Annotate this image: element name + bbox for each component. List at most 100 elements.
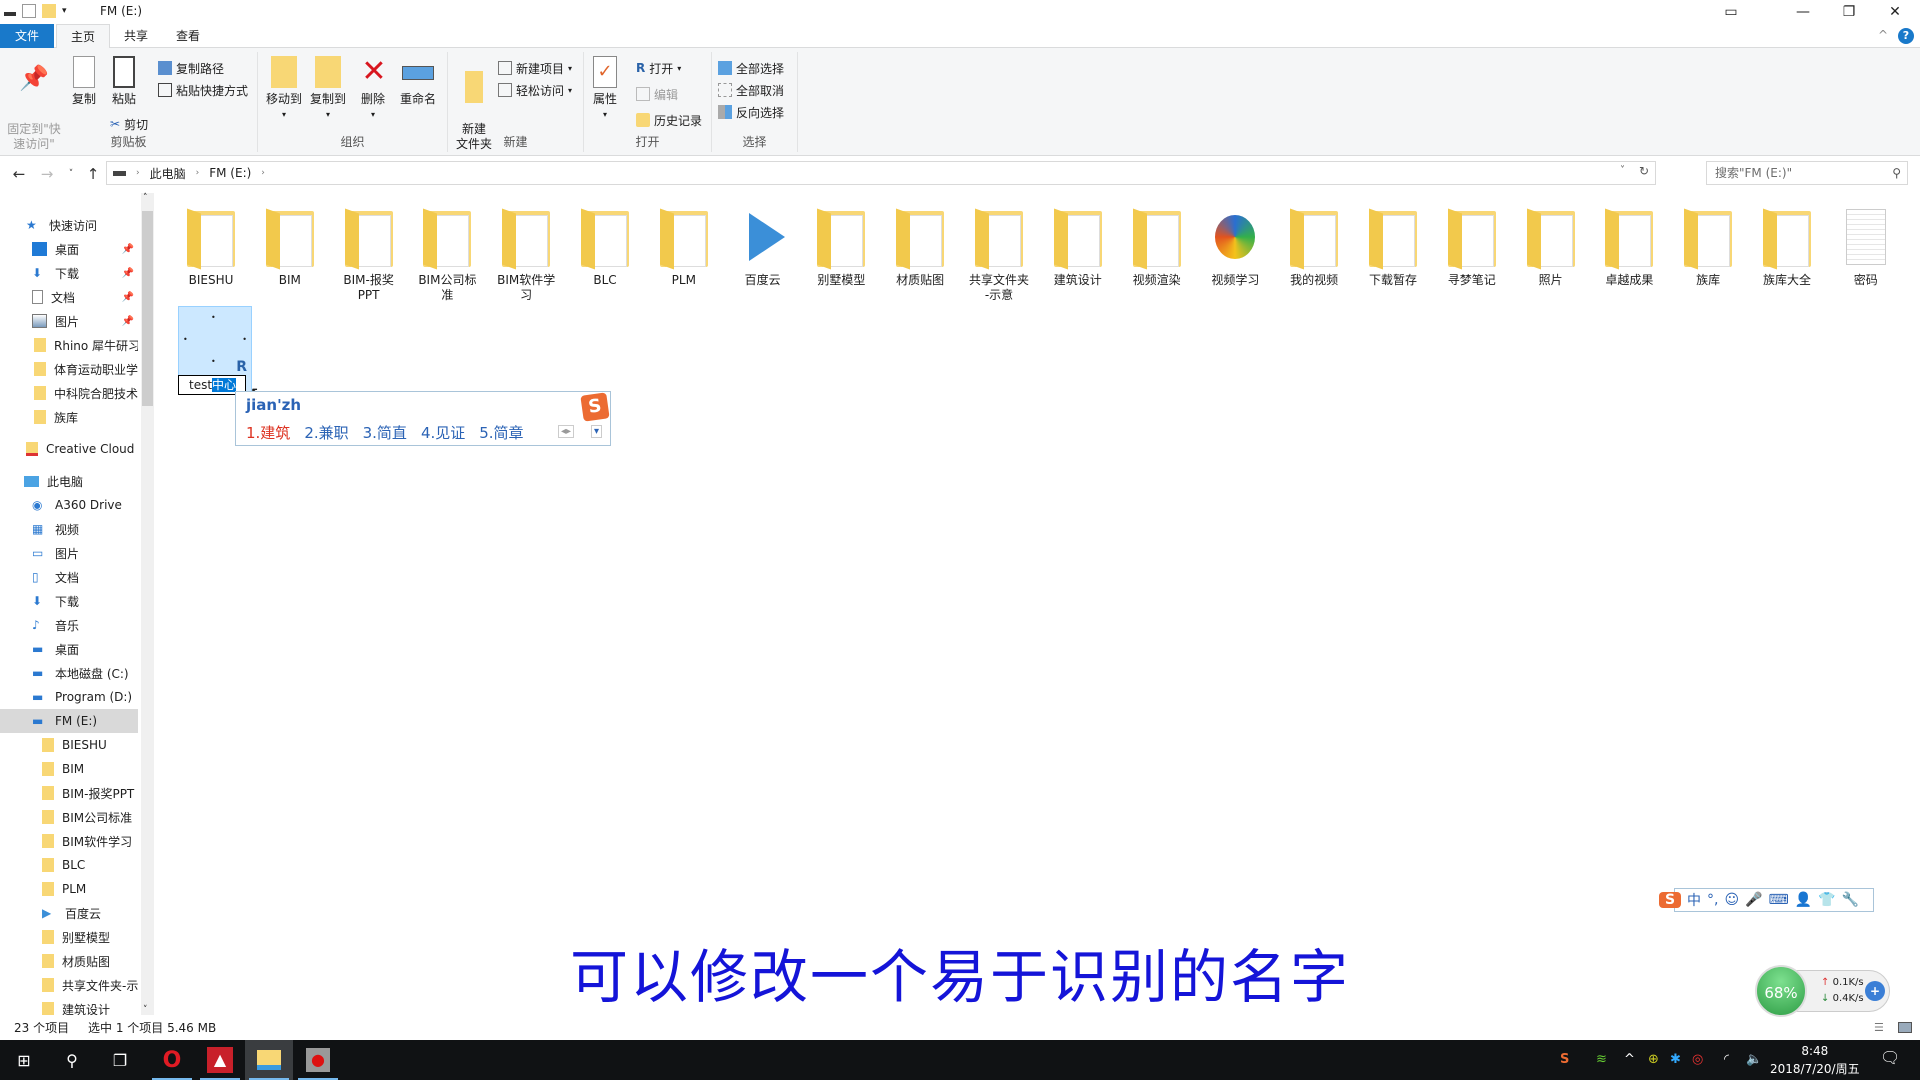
tab-home[interactable]: 主页 <box>56 24 111 48</box>
ime-voice-icon[interactable]: 🎤 <box>1745 892 1762 908</box>
ime-user-icon[interactable]: 👤 <box>1795 892 1812 908</box>
ime-candidate[interactable]: 3.简直 <box>363 422 407 443</box>
nav-pc-item[interactable]: ◉ A360 Drive <box>0 493 138 517</box>
start-button[interactable]: ⊞ <box>0 1040 48 1080</box>
nav-cas-hefei[interactable]: 中科院合肥技术 <box>0 381 138 405</box>
ime-candidate[interactable]: 2.兼职 <box>304 422 348 443</box>
move-to-button[interactable]: 移动到 ▾ <box>264 56 304 122</box>
delete-button[interactable]: ✕ 删除 ▾ <box>358 56 388 122</box>
nav-pc-item[interactable]: ▬ FM (E:) <box>0 709 138 733</box>
ime-settings-icon[interactable]: 🔧 <box>1842 892 1859 908</box>
nav-pc-item[interactable]: ▭ 图片 <box>0 541 138 565</box>
address-bar[interactable]: › 此电脑 › FM (E:) › ˅ ↻ <box>106 161 1656 185</box>
select-none-button[interactable]: 全部取消 <box>718 80 784 100</box>
large-icons-view-icon[interactable] <box>1898 1022 1912 1033</box>
nav-fm-folder[interactable]: 材质贴图 <box>0 949 138 973</box>
file-item[interactable]: 族库 <box>1671 205 1745 288</box>
qq-tray-icon[interactable]: ✱ <box>1670 1052 1681 1067</box>
nav-fm-folder[interactable]: BIESHU <box>0 733 138 757</box>
ime-skin-icon[interactable]: 👕 <box>1818 892 1835 908</box>
nav-pc-item[interactable]: ▬ 桌面 <box>0 637 138 661</box>
ime-candidate[interactable]: 5.简章 <box>479 422 523 443</box>
file-item[interactable]: 下载暂存 <box>1356 205 1430 288</box>
opera-button[interactable]: O <box>148 1040 196 1080</box>
cut-button[interactable]: ✂ 剪切 <box>110 114 148 134</box>
netease-music-icon[interactable]: ◎ <box>1692 1052 1703 1067</box>
paste-shortcut-button[interactable]: 粘贴快捷方式 <box>158 80 248 100</box>
file-item[interactable]: 材质贴图 <box>883 205 957 288</box>
file-item[interactable]: 建筑设计 <box>1041 205 1115 288</box>
file-item[interactable]: 视频渲染 <box>1120 205 1194 288</box>
invert-selection-button[interactable]: 反向选择 <box>718 102 784 122</box>
screen-recorder-button[interactable]: ● <box>294 1040 342 1080</box>
nav-fm-folder[interactable]: BIM <box>0 757 138 781</box>
nav-pc-item[interactable]: ▬ 本地磁盘 (C:) <box>0 661 138 685</box>
copy-path-button[interactable]: 复制路径 <box>158 58 224 78</box>
nav-pc-item[interactable]: ▬ Program (D:) <box>0 685 138 709</box>
paste-button[interactable]: 粘贴 <box>108 56 140 107</box>
nav-pictures[interactable]: 图片 📌 <box>0 309 138 333</box>
tab-view[interactable]: 查看 <box>162 24 214 48</box>
file-item[interactable]: 共享文件夹 -示意 <box>962 205 1036 303</box>
breadcrumb-fm-drive[interactable]: FM (E:) <box>209 166 251 180</box>
ime-keyboard-icon[interactable]: ⌨ <box>1769 892 1789 908</box>
memory-usage-ball[interactable]: 68% <box>1755 965 1807 1017</box>
quick-access-dropdown-icon[interactable]: ▾ <box>62 6 67 16</box>
nav-pane-scrollbar[interactable]: ˄ ˅ <box>141 193 154 1015</box>
task-view-button[interactable]: ❐ <box>96 1040 144 1080</box>
ime-expand-icon[interactable]: ▾ <box>590 425 602 438</box>
history-button[interactable]: 历史记录 <box>636 110 702 130</box>
file-item[interactable]: BIM-报奖 PPT <box>332 205 406 303</box>
file-item[interactable]: 我的视频 <box>1277 205 1351 288</box>
edit-button[interactable]: 编辑 <box>636 84 678 104</box>
file-item[interactable]: 百度云 <box>726 205 800 288</box>
tab-share[interactable]: 共享 <box>110 24 162 48</box>
ime-candidate[interactable]: 1.建筑 <box>246 422 290 443</box>
select-all-button[interactable]: 全部选择 <box>718 58 784 78</box>
file-item[interactable]: BIESHU <box>174 205 248 288</box>
scroll-up-icon[interactable]: ˄ <box>143 193 148 203</box>
file-item[interactable]: 别墅模型 <box>804 205 878 288</box>
nav-fm-folder[interactable]: BLC <box>0 853 138 877</box>
back-button[interactable]: ← <box>8 163 30 185</box>
rename-button[interactable]: 重命名 <box>398 56 438 107</box>
nav-quick-access[interactable]: ★ 快速访问 <box>0 213 138 237</box>
nav-fm-folder[interactable]: ▶ 百度云 <box>0 901 138 925</box>
nav-creative-cloud[interactable]: Creative Cloud F <box>0 437 138 461</box>
autocad-button[interactable]: ▲ <box>196 1040 244 1080</box>
address-dropdown-icon[interactable]: ˅ <box>1620 165 1625 176</box>
nav-documents[interactable]: 文档 📌 <box>0 285 138 309</box>
file-item[interactable]: 卓越成果 <box>1592 205 1666 288</box>
minimize-button[interactable]: — <box>1780 0 1826 24</box>
network-speed-widget[interactable]: 68% ↑ 0.1K/s ↓ 0.4K/s + <box>1755 965 1890 1017</box>
tab-file[interactable]: 文件 <box>0 24 54 48</box>
clock[interactable]: 8:48 2018/7/20/周五 <box>1770 1042 1860 1078</box>
360-security-icon[interactable]: ⊕ <box>1648 1052 1659 1067</box>
nav-fm-folder[interactable]: 建筑设计 <box>0 997 138 1015</box>
file-item[interactable]: 密码 <box>1829 205 1903 288</box>
file-item[interactable]: BIM软件学 习 <box>489 205 563 303</box>
recent-locations-button[interactable]: ˅ <box>60 163 82 185</box>
ime-emoji-icon[interactable]: ☺ <box>1724 892 1739 908</box>
action-center-icon[interactable]: 🗨 <box>1880 1048 1900 1067</box>
breadcrumb-this-pc[interactable]: 此电脑 <box>150 165 186 182</box>
properties-quick-icon[interactable] <box>22 4 36 18</box>
search-button[interactable]: ⚲ <box>48 1040 96 1080</box>
nav-family-lib[interactable]: 族库 <box>0 405 138 429</box>
nav-pc-item[interactable]: ▦ 视频 <box>0 517 138 541</box>
accelerate-plus-icon[interactable]: + <box>1865 981 1885 1001</box>
nav-pc-item[interactable]: ⬇ 下载 <box>0 589 138 613</box>
tablet-mode-button[interactable]: ▭ <box>1708 0 1754 24</box>
nav-this-pc[interactable]: 此电脑 <box>0 469 138 493</box>
nav-fm-folder[interactable]: BIM软件学习 <box>0 829 138 853</box>
copy-button[interactable]: 复制 <box>68 56 100 107</box>
help-icon[interactable]: ? <box>1898 28 1914 44</box>
nav-pc-item[interactable]: ♪ 音乐 <box>0 613 138 637</box>
nav-fm-folder[interactable]: 别墅模型 <box>0 925 138 949</box>
ime-candidate[interactable]: 4.见证 <box>421 422 465 443</box>
sogou-tray-icon[interactable]: S <box>1560 1052 1569 1067</box>
file-item[interactable]: BLC <box>568 205 642 288</box>
ime-page-arrows-icon[interactable]: ◂▸ <box>557 425 574 438</box>
network-icon[interactable]: ◜ <box>1724 1052 1729 1067</box>
wifi-icon[interactable]: ≋ <box>1596 1052 1607 1067</box>
